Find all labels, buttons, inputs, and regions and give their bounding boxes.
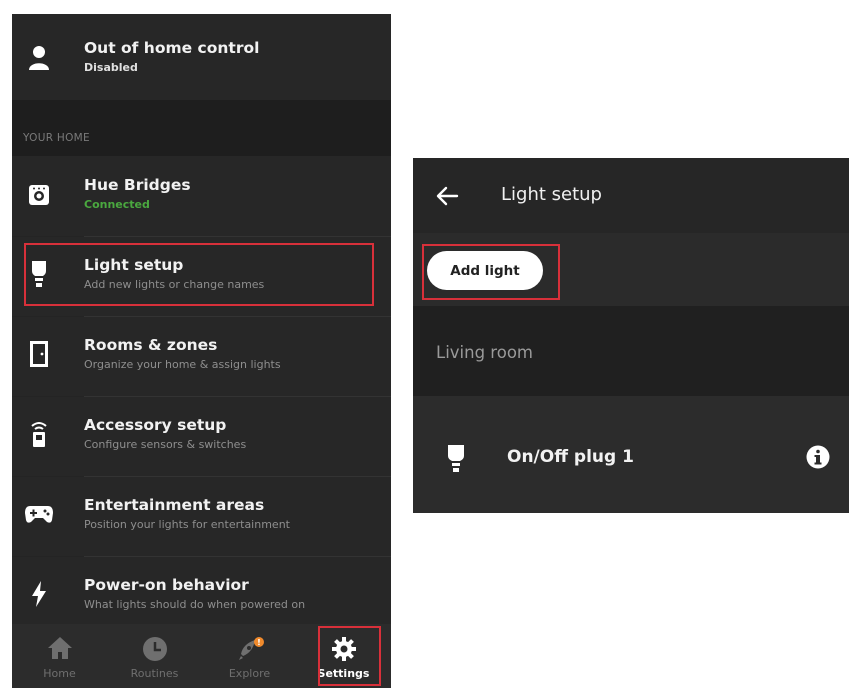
item-title: Accessory setup [84, 416, 227, 434]
nav-explore[interactable]: ! Explore [202, 624, 297, 688]
lightning-icon [24, 579, 54, 609]
hue-bridges-item[interactable]: Hue Bridges Connected [12, 156, 391, 236]
switch-icon [24, 419, 54, 449]
gamepad-icon [24, 499, 54, 529]
light-setup-screen: Light setup Add light Living room On/Off… [413, 158, 849, 513]
item-subtitle: Organize your home & assign lights [84, 358, 281, 371]
home-icon [12, 636, 107, 662]
settings-highlight [318, 626, 381, 686]
section-label: YOUR HOME [23, 132, 90, 144]
entertainment-areas-item[interactable]: Entertainment areas Position your lights… [12, 477, 391, 556]
rocket-icon: ! [202, 636, 297, 662]
explore-badge: ! [257, 638, 261, 647]
item-subtitle: Connected [84, 198, 150, 211]
person-icon [24, 43, 54, 73]
info-icon[interactable] [806, 445, 830, 469]
nav-label: Home [43, 667, 76, 680]
item-title: Out of home control [84, 39, 260, 57]
nav-routines[interactable]: Routines [107, 624, 202, 688]
nav-label: Explore [228, 667, 271, 680]
door-icon [24, 339, 54, 369]
room-label: Living room [436, 343, 533, 362]
header [413, 158, 849, 233]
light-name: On/Off plug 1 [507, 447, 634, 467]
item-subtitle: What lights should do when powered on [84, 598, 306, 611]
back-arrow-icon[interactable] [435, 184, 461, 208]
item-title: Power-on behavior [84, 576, 249, 594]
power-on-behavior-item[interactable]: Power-on behavior What lights should do … [12, 557, 391, 624]
item-title: Entertainment areas [84, 496, 265, 514]
clock-icon [107, 636, 202, 662]
section-header [12, 100, 391, 156]
page-title: Light setup [501, 184, 602, 205]
item-subtitle: Configure sensors & switches [84, 438, 247, 451]
bridge-icon [24, 180, 54, 210]
bottom-navigation: Home Routines ! Explore Settings [12, 624, 391, 688]
settings-screen: Out of home control Disabled YOUR HOME H… [12, 14, 391, 688]
nav-label: Routines [130, 667, 179, 680]
item-title: Rooms & zones [84, 336, 218, 354]
nav-home[interactable]: Home [12, 624, 107, 688]
light-setup-highlight [24, 243, 374, 306]
out-of-home-control-item[interactable]: Out of home control Disabled [12, 14, 391, 100]
item-subtitle: Position your lights for entertainment [84, 518, 290, 531]
item-subtitle: Disabled [84, 61, 138, 74]
add-light-highlight [422, 244, 560, 300]
rooms-zones-item[interactable]: Rooms & zones Organize your home & assig… [12, 317, 391, 396]
item-title: Hue Bridges [84, 176, 191, 194]
accessory-setup-item[interactable]: Accessory setup Configure sensors & swit… [12, 397, 391, 476]
bulb-icon [445, 443, 467, 475]
